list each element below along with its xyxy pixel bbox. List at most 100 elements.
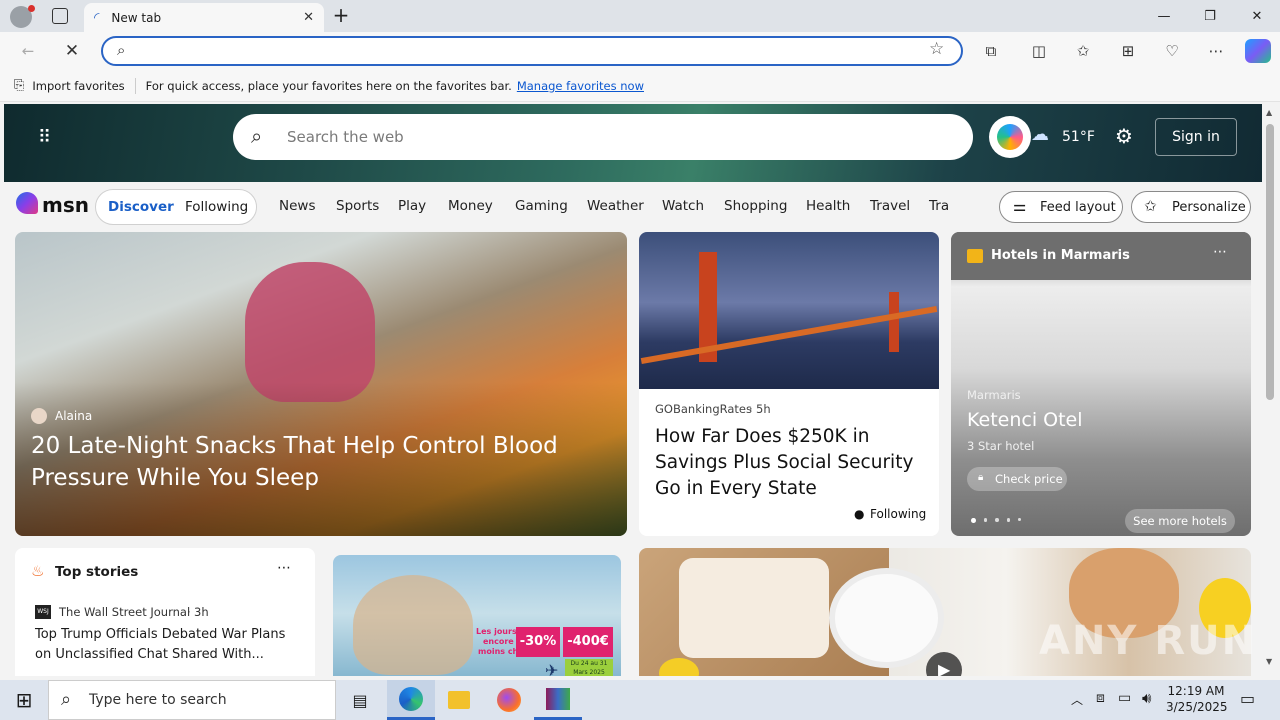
article-card[interactable]: GOBankingRates · 5h How Far Does $250K i…: [639, 232, 939, 536]
copilot-icon[interactable]: [1245, 39, 1271, 63]
nav-item-health[interactable]: Health: [806, 198, 850, 214]
check-price-button[interactable]: 🔒︎ Check price: [967, 467, 1067, 491]
profile-alert-dot: [28, 5, 35, 12]
close-window-button[interactable]: ✕: [1234, 0, 1280, 32]
network-device-icon[interactable]: ⧈: [1096, 690, 1105, 706]
import-icon: ⎘: [14, 78, 25, 93]
copilot-button[interactable]: [989, 116, 1031, 158]
feed-layout-button[interactable]: ⚌ Feed layout: [999, 191, 1123, 223]
search-icon: ⌕: [251, 124, 263, 148]
favorite-star-icon[interactable]: ☆: [929, 39, 944, 59]
more-options-icon[interactable]: ⋯: [277, 560, 291, 576]
follow-state[interactable]: Following: [870, 507, 926, 521]
personalize-button[interactable]: ✩ Personalize: [1131, 191, 1251, 223]
taskbar-search-placeholder: Type here to search: [89, 692, 227, 708]
article-source[interactable]: GOBankingRates: [655, 402, 752, 416]
feed-toggle: Discover Following: [95, 189, 257, 225]
close-tab-icon[interactable]: ✕: [303, 10, 314, 25]
settings-gear-icon[interactable]: ⚙: [1115, 124, 1133, 148]
nav-item-tra[interactable]: Tra: [929, 198, 949, 214]
nav-item-shopping[interactable]: Shopping: [724, 198, 787, 214]
web-search-box[interactable]: ⌕ Search the web: [233, 114, 973, 160]
msn-nav: msn Discover Following News Sports Play Mon…: [4, 184, 1262, 230]
story-source[interactable]: The Wall Street Journal: [59, 605, 190, 619]
nav-item-weather[interactable]: Weather: [587, 198, 644, 214]
more-options-icon[interactable]: ⋯: [1213, 244, 1227, 260]
top-stories-title[interactable]: Top stories: [55, 564, 138, 580]
ad-card[interactable]: Les jours encore moins chers -30% -400€ …: [333, 555, 621, 676]
sign-in-button[interactable]: Sign in: [1155, 118, 1237, 156]
nav-item-news[interactable]: News: [279, 198, 315, 214]
hotel-header: Hotels in Marmaris: [991, 248, 1130, 263]
address-bar[interactable]: ⌕ ☆: [101, 36, 963, 66]
manage-favorites-link[interactable]: Manage favorites now: [517, 79, 644, 93]
profile-avatar[interactable]: [10, 5, 35, 28]
hotel-name[interactable]: Ketenci Otel: [967, 409, 1083, 431]
minimize-button[interactable]: —: [1141, 0, 1187, 32]
tab-new-tab[interactable]: ◜ New tab ✕: [84, 3, 324, 32]
cottage-cheese-image: [829, 568, 944, 668]
tab-following[interactable]: Following: [185, 199, 248, 215]
scroll-up-icon[interactable]: ▲: [1266, 108, 1272, 117]
stop-loading-icon[interactable]: ✕: [60, 40, 84, 62]
nav-item-money[interactable]: Money: [448, 198, 493, 214]
nav-item-sports[interactable]: Sports: [336, 198, 379, 214]
taskbar-search[interactable]: ⌕ Type here to search: [48, 680, 336, 720]
scroll-thumb[interactable]: [1266, 124, 1274, 400]
taskbar-winrar[interactable]: [534, 680, 582, 720]
task-view-button[interactable]: ▤: [336, 680, 384, 720]
article-age: 5h: [756, 402, 771, 416]
chevron-up-icon[interactable]: ︿: [1071, 691, 1083, 708]
favorites-icon[interactable]: ✩: [1071, 40, 1095, 62]
network-icon[interactable]: ▭: [1118, 690, 1131, 706]
new-tab-button[interactable]: +: [330, 4, 352, 26]
address-input[interactable]: [143, 40, 923, 62]
carousel-dots[interactable]: [971, 518, 1021, 524]
hotel-card[interactable]: Hotels in Marmaris ⋯ Marmaris Ketenci Ot…: [951, 232, 1251, 536]
taskbar-file-explorer[interactable]: [435, 680, 483, 720]
browser-essentials-icon[interactable]: ♡: [1160, 40, 1184, 62]
restore-button[interactable]: ❐: [1187, 0, 1233, 32]
msn-logo-text[interactable]: msn: [42, 193, 89, 217]
nav-item-play[interactable]: Play: [398, 198, 426, 214]
weather-temp[interactable]: 51°F: [1062, 129, 1095, 145]
edge-icon: [399, 686, 423, 711]
page-scrollbar[interactable]: ▲ ▼: [1262, 104, 1280, 676]
import-favorites[interactable]: Import favorites: [32, 79, 124, 93]
clock[interactable]: 12:19 AM 3/25/2025: [1166, 683, 1228, 715]
split-screen-icon[interactable]: ◫: [1027, 40, 1051, 62]
top-stories-card: ♨ Top stories ⋯ WSJ The Wall Street Jour…: [15, 548, 315, 676]
feature-headline[interactable]: 20 Late-Night Snacks That Help Control B…: [31, 430, 591, 494]
apps-grid-icon[interactable]: ⠿: [38, 128, 58, 148]
see-more-hotels-button[interactable]: See more hotels: [1125, 509, 1235, 533]
windows-logo-icon: ⊞: [15, 688, 33, 712]
play-button[interactable]: ▶: [926, 652, 962, 676]
nav-item-gaming[interactable]: Gaming: [515, 198, 568, 214]
story-headline[interactable]: Top Trump Officials Debated War Plans on…: [35, 625, 295, 665]
author-name[interactable]: Alaina: [55, 409, 92, 423]
volume-icon[interactable]: 🔊︎: [1142, 689, 1151, 707]
plane-icon: ✈: [545, 661, 559, 676]
start-button[interactable]: ⊞: [0, 680, 48, 720]
sliders-icon: ⚌: [1013, 197, 1027, 215]
nav-item-travel[interactable]: Travel: [870, 198, 910, 214]
msn-logo-icon[interactable]: [16, 192, 38, 214]
play-icon: ▶: [938, 660, 951, 676]
tab-actions-icon[interactable]: [52, 8, 68, 24]
extensions-icon[interactable]: ⧉: [979, 40, 1003, 62]
article-headline[interactable]: How Far Does $250K in Savings Plus Socia…: [655, 424, 925, 502]
scroll-down-icon[interactable]: ▼: [1266, 657, 1272, 666]
firefox-icon: [497, 688, 521, 712]
tab-discover[interactable]: Discover: [108, 199, 174, 215]
feature-card[interactable]: Alaina 20 Late-Night Snacks That Help Co…: [15, 232, 627, 536]
fish-image: [679, 558, 829, 658]
notifications-icon[interactable]: ▭: [1240, 689, 1255, 708]
taskbar-firefox[interactable]: [485, 680, 533, 720]
more-menu-icon[interactable]: ⋯: [1204, 40, 1228, 62]
back-arrow-icon[interactable]: ←: [16, 40, 40, 62]
taskbar-edge[interactable]: [387, 680, 435, 720]
collections-icon[interactable]: ⊞: [1116, 40, 1140, 62]
browser-titlebar: ◜ New tab ✕ + — ❐ ✕: [0, 0, 1280, 32]
author-avatar: [31, 408, 47, 424]
nav-item-watch[interactable]: Watch: [662, 198, 704, 214]
